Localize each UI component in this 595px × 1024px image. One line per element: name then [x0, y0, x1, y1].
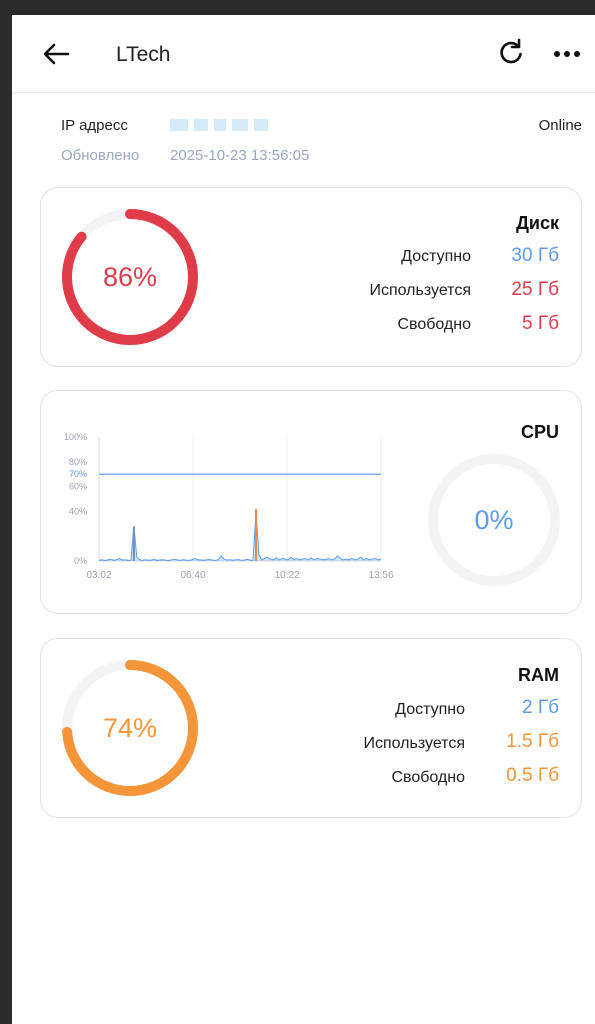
disk-gauge: 86%	[61, 208, 199, 346]
ram-available-value: 2 Гб	[521, 697, 559, 718]
ip-address-redacted	[170, 119, 268, 131]
ram-card: 74% RAM Доступно 2 Гб Используется 1.5 Г…	[40, 638, 582, 818]
app-screen: LTech IP адресс Online Обновлено 2025-10…	[12, 15, 595, 1024]
ram-percent: 74%	[102, 712, 158, 743]
chart-series-line	[98, 511, 382, 562]
disk-title: Диск	[516, 213, 559, 233]
arrow-left-icon[interactable]	[42, 42, 70, 66]
cpu-title: CPU	[520, 422, 559, 442]
chart-x-tick-label: 03:02	[86, 570, 111, 581]
ram-title: RAM	[518, 665, 559, 685]
disk-card: 86% Диск Доступно 30 Гб Используется 25 …	[40, 187, 582, 367]
refresh-icon[interactable]	[497, 38, 525, 68]
chart-y-tick-label: 60%	[69, 482, 87, 492]
cpu-history-chart: 03:02 06:40 10:22 13:56 100% 80% 70% 60% 40% 0%	[64, 432, 394, 581]
disk-percent: 86%	[102, 261, 158, 292]
status-badge: Online	[538, 117, 582, 134]
chart-y-tick-label: 100%	[64, 432, 87, 442]
chart-y-tick-label: 0%	[74, 556, 87, 566]
ram-used-label: Используется	[363, 735, 465, 752]
chart-y-tick-label: 40%	[69, 506, 87, 516]
device-info: IP адресс Online Обновлено 2025-10-23 13…	[12, 93, 595, 188]
ip-label: IP адресс	[61, 117, 128, 134]
updated-label: Обновлено	[61, 147, 140, 164]
ram-free-value: 0.5 Гб	[506, 765, 559, 786]
more-horizontal-icon[interactable]	[552, 49, 582, 59]
disk-free-value: 5 Гб	[521, 313, 559, 334]
cpu-gauge: 0%	[427, 453, 561, 587]
cpu-card: 03:02 06:40 10:22 13:56 100% 80% 70% 60% 40% 0% C…	[40, 390, 582, 614]
updated-timestamp: 2025-10-23 13:56:05	[170, 147, 310, 164]
ram-used-value: 1.5 Гб	[506, 731, 559, 752]
disk-used-value: 25 Гб	[511, 279, 559, 300]
chart-x-tick-label: 13:56	[368, 570, 393, 581]
chart-x-tick-label: 10:22	[274, 570, 299, 581]
disk-available-value: 30 Гб	[511, 245, 559, 266]
chart-y-tick-label: 80%	[69, 457, 87, 467]
app-bar: LTech	[12, 15, 595, 93]
disk-free-label: Свободно	[397, 316, 471, 333]
page-title: LTech	[116, 43, 171, 66]
disk-used-label: Используется	[369, 282, 471, 299]
ram-free-label: Свободно	[391, 769, 465, 786]
ram-available-label: Доступно	[395, 701, 465, 718]
chart-series-area	[99, 511, 381, 561]
chart-x-tick-label: 06:40	[180, 570, 205, 581]
cpu-percent: 0%	[474, 504, 514, 535]
ram-gauge: 74%	[61, 659, 199, 797]
chart-y-tick-label: 70%	[69, 469, 87, 479]
disk-available-label: Доступно	[401, 248, 471, 265]
